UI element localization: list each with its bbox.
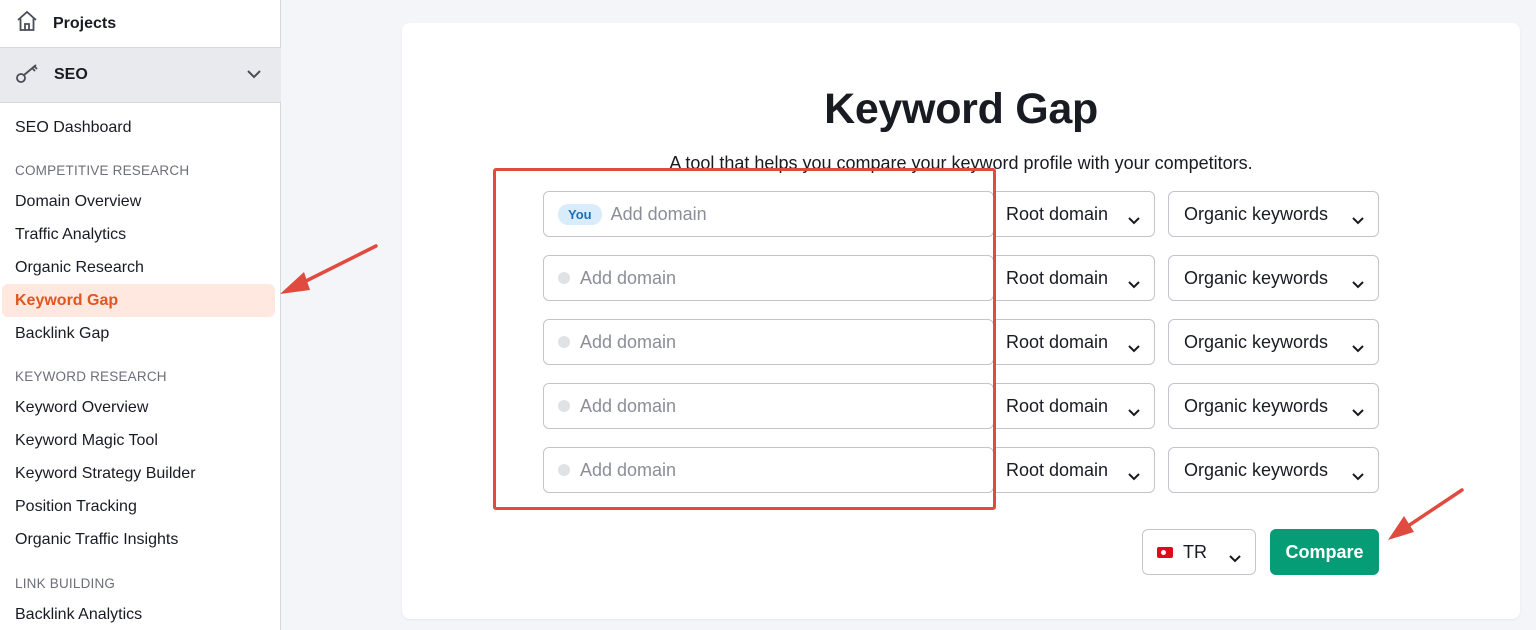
keyword-type-select[interactable]: Organic keywords (1168, 255, 1379, 301)
chevron-down-icon (1352, 273, 1364, 294)
sidebar-item-keyword-strategy-builder[interactable]: Keyword Strategy Builder (15, 464, 196, 484)
you-badge: You (558, 203, 602, 225)
section-competitive-research: COMPETITIVE RESEARCH (15, 163, 190, 178)
scope-select[interactable]: Root domain (994, 191, 1155, 237)
chevron-down-icon (1128, 209, 1140, 230)
keyword-type-value: Organic keywords (1184, 459, 1329, 480)
chevron-down-icon[interactable] (247, 66, 261, 84)
keyword-type-select[interactable]: Organic keywords (1168, 383, 1379, 429)
sidebar-item-backlink-analytics[interactable]: Backlink Analytics (15, 605, 142, 625)
chevron-down-icon (1229, 547, 1241, 568)
domain-input-competitor[interactable]: Add domain (543, 383, 994, 429)
keyword-type-value: Organic keywords (1184, 395, 1329, 416)
chevron-down-icon (1352, 465, 1364, 486)
seo-label: SEO (54, 66, 88, 83)
compare-button[interactable]: Compare (1270, 529, 1379, 575)
chevron-down-icon (1128, 465, 1140, 486)
sidebar-item-domain-overview[interactable]: Domain Overview (15, 192, 141, 212)
status-dot-icon (558, 336, 570, 348)
sidebar-item-keyword-magic-tool[interactable]: Keyword Magic Tool (15, 431, 158, 451)
key-icon (15, 61, 41, 90)
page-subtitle: A tool that helps you compare your keywo… (669, 153, 1253, 173)
domain-placeholder: Add domain (580, 267, 677, 288)
keyword-type-value: Organic keywords (1184, 331, 1329, 352)
domain-input-competitor[interactable]: Add domain (543, 447, 994, 493)
sidebar: Projects SEO SEO Dashboard COMPETITIVE R… (0, 0, 281, 630)
seo-nav-group[interactable]: SEO (0, 48, 281, 103)
sidebar-item-position-tracking[interactable]: Position Tracking (15, 497, 137, 517)
domain-input-competitor[interactable]: Add domain (543, 319, 994, 365)
chevron-down-icon (1352, 401, 1364, 422)
sidebar-item-keyword-gap[interactable]: Keyword Gap (2, 284, 275, 317)
domain-input-competitor[interactable]: Add domain (543, 255, 994, 301)
domain-placeholder: Add domain (580, 395, 677, 416)
page-title: Keyword Gap (824, 85, 1098, 133)
scope-select-value: Root domain (1006, 203, 1109, 224)
chevron-down-icon (1128, 273, 1140, 294)
country-code: TR (1183, 541, 1207, 562)
sidebar-item-organic-research[interactable]: Organic Research (15, 258, 144, 278)
section-link-building: LINK BUILDING (15, 576, 116, 591)
scope-select[interactable]: Root domain (994, 447, 1155, 493)
sidebar-item-backlink-gap[interactable]: Backlink Gap (15, 324, 109, 344)
annotation-arrow-icon (280, 244, 378, 294)
scope-select[interactable]: Root domain (994, 319, 1155, 365)
scope-select-value: Root domain (1006, 267, 1109, 288)
chevron-down-icon (1352, 337, 1364, 358)
section-keyword-research: KEYWORD RESEARCH (15, 369, 167, 384)
status-dot-icon (558, 464, 570, 476)
status-dot-icon (558, 272, 570, 284)
sidebar-item-organic-traffic-insights[interactable]: Organic Traffic Insights (15, 530, 178, 550)
domain-input-you[interactable]: You Add domain (543, 191, 994, 237)
scope-select-value: Root domain (1006, 459, 1109, 480)
chevron-down-icon (1128, 401, 1140, 422)
keyword-type-select[interactable]: Organic keywords (1168, 191, 1379, 237)
country-select[interactable]: TR (1142, 529, 1256, 575)
keyword-type-select[interactable]: Organic keywords (1168, 319, 1379, 365)
projects-label: Projects (53, 14, 117, 32)
scope-select-value: Root domain (1006, 395, 1109, 416)
sidebar-item-keyword-overview[interactable]: Keyword Overview (15, 398, 148, 418)
chevron-down-icon (1128, 337, 1140, 358)
sidebar-item-seo-dashboard[interactable]: SEO Dashboard (15, 118, 132, 138)
domain-placeholder: Add domain (610, 203, 707, 224)
turkey-flag-icon (1157, 546, 1173, 558)
scope-select[interactable]: Root domain (994, 255, 1155, 301)
scope-select[interactable]: Root domain (994, 383, 1155, 429)
sidebar-item-traffic-analytics[interactable]: Traffic Analytics (15, 225, 126, 245)
domain-placeholder: Add domain (580, 459, 677, 480)
keyword-type-value: Organic keywords (1184, 267, 1329, 288)
home-icon (15, 9, 39, 38)
domain-placeholder: Add domain (580, 331, 677, 352)
chevron-down-icon (1352, 209, 1364, 230)
status-dot-icon (558, 400, 570, 412)
keyword-type-value: Organic keywords (1184, 203, 1329, 224)
projects-nav-item[interactable]: Projects (0, 0, 281, 48)
keyword-type-select[interactable]: Organic keywords (1168, 447, 1379, 493)
scope-select-value: Root domain (1006, 331, 1109, 352)
